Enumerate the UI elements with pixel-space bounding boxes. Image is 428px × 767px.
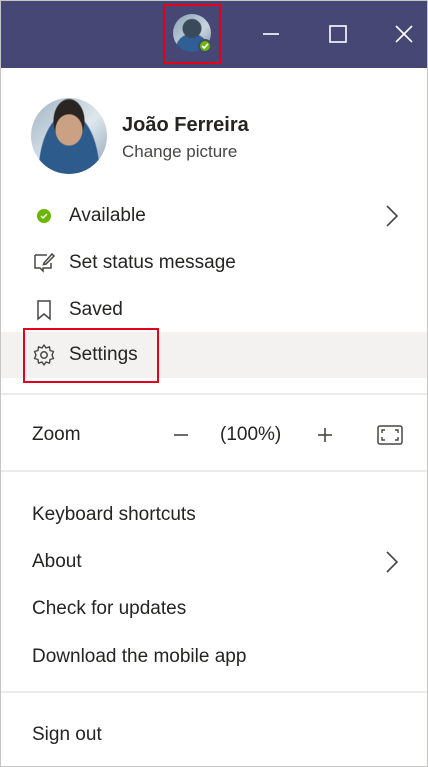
bookmark-icon <box>32 298 56 322</box>
menu-item-check-for-updates[interactable]: Check for updates <box>1 586 427 632</box>
menu-item-saved[interactable]: Saved <box>1 287 427 333</box>
title-bar-avatar-button[interactable] <box>163 4 221 64</box>
chevron-right-icon <box>386 205 399 227</box>
zoom-out-button[interactable] <box>167 420 195 450</box>
chevron-right-icon <box>386 551 399 573</box>
about-label: About <box>32 551 82 572</box>
profile-menu-window: João Ferreira Change picture Available S… <box>0 0 428 767</box>
menu-item-download-mobile-app[interactable]: Download the mobile app <box>1 634 427 680</box>
menu-item-set-status-message[interactable]: Set status message <box>1 240 427 286</box>
divider <box>1 470 427 472</box>
change-picture-link[interactable]: Change picture <box>122 142 237 162</box>
zoom-label: Zoom <box>32 424 81 445</box>
zoom-in-button[interactable] <box>311 420 339 450</box>
title-bar <box>1 1 427 68</box>
maximize-icon[interactable] <box>318 15 358 53</box>
profile-avatar[interactable] <box>31 98 107 174</box>
available-status-icon <box>198 39 212 53</box>
menu-item-keyboard-shortcuts[interactable]: Keyboard shortcuts <box>1 492 427 538</box>
close-icon[interactable] <box>384 15 424 53</box>
set-status-message-label: Set status message <box>69 252 236 273</box>
available-status-icon <box>32 204 56 228</box>
keyboard-shortcuts-label: Keyboard shortcuts <box>32 504 196 525</box>
divider <box>1 393 427 395</box>
divider <box>1 691 427 693</box>
settings-label: Settings <box>69 344 138 365</box>
menu-item-about[interactable]: About <box>1 539 427 585</box>
saved-label: Saved <box>69 299 123 320</box>
gear-icon <box>32 343 56 367</box>
sign-out-button[interactable]: Sign out <box>1 712 427 758</box>
sign-out-label: Sign out <box>32 724 102 745</box>
download-mobile-app-label: Download the mobile app <box>32 646 247 667</box>
check-for-updates-label: Check for updates <box>32 598 187 619</box>
edit-message-icon <box>32 251 56 275</box>
zoom-level: (100%) <box>220 424 282 445</box>
available-label: Available <box>69 205 146 226</box>
menu-item-available[interactable]: Available <box>1 193 427 239</box>
profile-header: João Ferreira Change picture <box>1 68 427 198</box>
menu-item-settings[interactable]: Settings <box>1 332 427 378</box>
profile-name: João Ferreira <box>122 114 249 136</box>
zoom-row: Zoom (100%) <box>1 410 427 462</box>
full-screen-icon[interactable] <box>375 422 405 448</box>
minimize-icon[interactable] <box>251 15 291 53</box>
